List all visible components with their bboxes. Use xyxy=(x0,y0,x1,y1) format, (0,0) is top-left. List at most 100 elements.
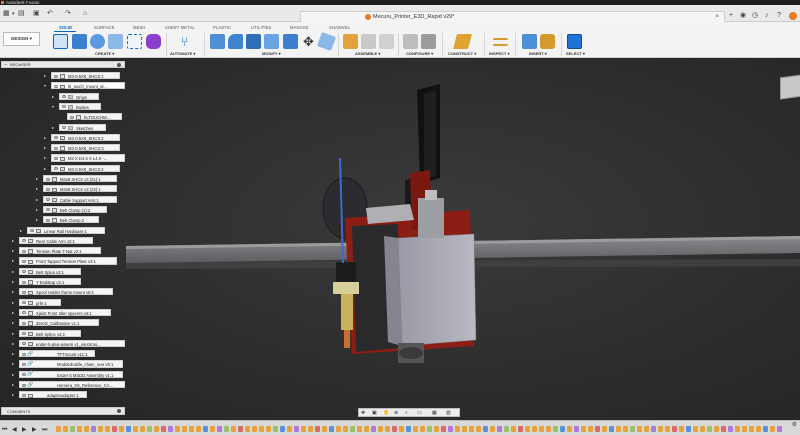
expand-icon[interactable]: ▸ xyxy=(12,320,14,325)
timeline-feature-icon[interactable] xyxy=(315,426,320,432)
expand-icon[interactable]: ▸ xyxy=(44,145,46,150)
visibility-icon[interactable] xyxy=(46,218,50,222)
expand-icon[interactable]: ▸ xyxy=(12,341,14,346)
group-modify[interactable]: MODIFY ▾ xyxy=(262,51,281,56)
expand-icon[interactable]: ▸ xyxy=(12,279,14,284)
clock-icon[interactable]: ◷ xyxy=(752,11,758,20)
workspace-switcher[interactable]: DESIGN ▾ xyxy=(3,32,40,46)
timeline-feature-icon[interactable] xyxy=(231,426,236,432)
comments-panel[interactable]: COMMENTS xyxy=(1,407,125,415)
timeline-feature-icon[interactable] xyxy=(651,426,656,432)
file-menu-icon[interactable]: ▾ xyxy=(12,10,15,19)
expand-icon[interactable]: ▸ xyxy=(12,392,14,397)
visibility-icon[interactable] xyxy=(22,321,26,325)
visibility-icon[interactable] xyxy=(22,311,26,315)
timeline-feature-icon[interactable] xyxy=(490,426,495,432)
timeline-feature-icon[interactable] xyxy=(182,426,187,432)
box-icon[interactable] xyxy=(127,34,142,49)
timeline-feature-icon[interactable] xyxy=(378,426,383,432)
visibility-icon[interactable] xyxy=(62,95,66,99)
timeline-feature-icon[interactable] xyxy=(266,426,271,432)
timeline-feature-icon[interactable] xyxy=(287,426,292,432)
configure-icon[interactable] xyxy=(403,34,418,49)
notifications-icon[interactable]: ♪ xyxy=(765,11,769,20)
expand-icon[interactable]: ▸ xyxy=(44,73,46,78)
visibility-icon[interactable] xyxy=(62,126,66,129)
timeline-feature-icon[interactable] xyxy=(770,426,775,432)
visibility-icon[interactable] xyxy=(22,239,26,243)
timeline-feature-icon[interactable] xyxy=(364,426,369,432)
move-icon[interactable]: ✥ xyxy=(301,34,316,49)
expand-icon[interactable]: ▸ xyxy=(36,176,38,181)
visibility-icon[interactable] xyxy=(22,290,26,294)
timeline-feature-icon[interactable] xyxy=(763,426,768,432)
timeline-feature-icon[interactable] xyxy=(707,426,712,432)
timeline-feature-icon[interactable] xyxy=(518,426,523,432)
timeline-end-icon[interactable]: ⏭ xyxy=(42,427,47,434)
timeline-feature-icon[interactable] xyxy=(602,426,607,432)
joint-icon[interactable] xyxy=(361,34,376,49)
timeline-feature-icon[interactable] xyxy=(539,426,544,432)
visibility-icon[interactable] xyxy=(54,146,58,150)
timeline-feature-icon[interactable] xyxy=(259,426,264,432)
timeline-feature-icon[interactable] xyxy=(147,426,152,432)
visibility-icon[interactable] xyxy=(22,362,26,366)
timeline-feature-icon[interactable] xyxy=(441,426,446,432)
extrude-icon[interactable] xyxy=(72,34,87,49)
expand-icon[interactable]: ▸ xyxy=(12,258,14,263)
expand-icon[interactable]: ▸ xyxy=(36,217,38,222)
expand-icon[interactable]: ▾ xyxy=(52,104,54,109)
timeline-feature-icon[interactable] xyxy=(217,426,222,432)
undo-icon[interactable]: ↶ xyxy=(47,9,53,18)
timeline-feature-icon[interactable] xyxy=(728,426,733,432)
as-built-joint-icon[interactable] xyxy=(379,34,394,49)
timeline-feature-icon[interactable] xyxy=(504,426,509,432)
expand-icon[interactable]: ▸ xyxy=(12,372,14,377)
timeline-feature-icon[interactable] xyxy=(630,426,635,432)
timeline-feature-icon[interactable] xyxy=(658,426,663,432)
press-pull-icon[interactable] xyxy=(210,34,225,49)
timeline-feature-icon[interactable] xyxy=(357,426,362,432)
expand-icon[interactable]: ▸ xyxy=(36,207,38,212)
look-at-icon[interactable]: ▣ xyxy=(372,410,377,416)
visibility-icon[interactable] xyxy=(46,177,50,181)
document-tab[interactable]: Mecuru_Printer_E3D_Rapid v29* × xyxy=(300,11,725,22)
timeline-feature-icon[interactable] xyxy=(392,426,397,432)
fillet-icon[interactable] xyxy=(228,34,243,49)
tab-sheet-metal[interactable]: SHEET METAL xyxy=(165,25,195,30)
timeline-feature-icon[interactable] xyxy=(637,426,642,432)
timeline-feature-icon[interactable] xyxy=(693,426,698,432)
expand-icon[interactable]: ▸ xyxy=(44,166,46,171)
visibility-icon[interactable] xyxy=(22,383,26,387)
timeline-feature-icon[interactable] xyxy=(546,426,551,432)
timeline-feature-icon[interactable] xyxy=(560,426,565,432)
timeline-feature-icon[interactable] xyxy=(427,426,432,432)
timeline-feature-icon[interactable] xyxy=(511,426,516,432)
timeline-feature-icon[interactable] xyxy=(567,426,572,432)
revolve-icon[interactable] xyxy=(90,34,105,49)
timeline-feature-icon[interactable] xyxy=(119,426,124,432)
user-avatar[interactable] xyxy=(789,12,797,20)
timeline-feature-icon[interactable] xyxy=(140,426,145,432)
visibility-icon[interactable] xyxy=(22,342,26,346)
timeline-feature-icon[interactable] xyxy=(476,426,481,432)
timeline-feature-icon[interactable] xyxy=(203,426,208,432)
visibility-icon[interactable] xyxy=(22,393,26,397)
timeline-feature-icon[interactable] xyxy=(406,426,411,432)
timeline-feature-icon[interactable] xyxy=(245,426,250,432)
timeline-feature-icon[interactable] xyxy=(532,426,537,432)
close-tab-icon[interactable]: × xyxy=(715,13,719,20)
visibility-icon[interactable] xyxy=(54,136,58,140)
visibility-icon[interactable] xyxy=(54,84,58,88)
expand-icon[interactable]: ▾ xyxy=(44,83,46,88)
timeline-feature-icon[interactable] xyxy=(294,426,299,432)
save-icon[interactable]: ▣ xyxy=(33,9,40,18)
timeline-feature-icon[interactable] xyxy=(168,426,173,432)
timeline-feature-icon[interactable] xyxy=(714,426,719,432)
expand-icon[interactable]: ▸ xyxy=(12,331,14,336)
file-icon[interactable]: ▤ xyxy=(18,9,25,18)
table-icon[interactable] xyxy=(421,34,436,49)
tab-surface[interactable]: SURFACE xyxy=(94,25,114,30)
collapse-icon[interactable]: – xyxy=(4,62,7,68)
expand-icon[interactable]: ▸ xyxy=(44,155,46,160)
